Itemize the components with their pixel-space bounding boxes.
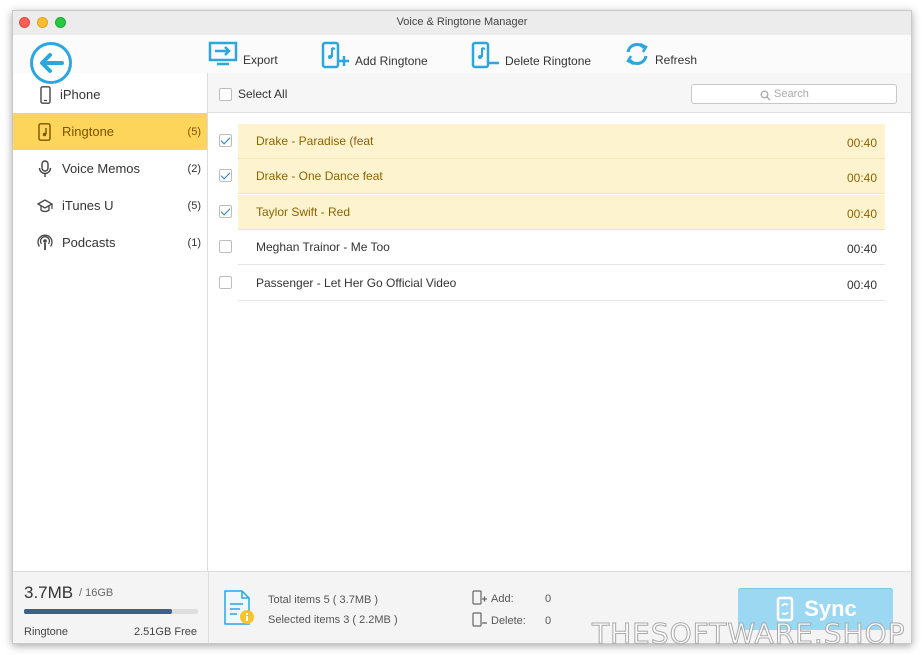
row-checkbox[interactable] xyxy=(219,205,232,218)
microphone-icon xyxy=(38,160,52,177)
export-label: Export xyxy=(243,53,278,67)
storage-progress-bar xyxy=(24,609,198,614)
table-row[interactable]: Drake - Paradise (feat 00:40 xyxy=(238,124,885,159)
back-arrow-icon xyxy=(40,53,64,73)
table-row[interactable]: Passenger - Let Her Go Official Video 00… xyxy=(238,266,885,301)
ringtone-duration: 00:40 xyxy=(846,207,877,221)
search-icon xyxy=(760,90,771,101)
add-count-label: Add: xyxy=(491,593,514,605)
export-icon xyxy=(208,41,238,66)
sidebar-item-count: (5) xyxy=(187,126,201,138)
add-count-icon xyxy=(472,590,487,605)
table-row[interactable]: Meghan Trainor - Me Too 00:40 xyxy=(238,230,885,265)
sidebar-item-label: iTunes U xyxy=(62,198,114,213)
sidebar-item-voice-memos[interactable]: Voice Memos (2) xyxy=(13,150,207,187)
sidebar: iPhone Ringtone (5) Voice Memos (2) iTun… xyxy=(13,73,208,571)
ringtone-duration: 00:40 xyxy=(846,242,877,256)
app-window: Voice & Ringtone Manager Export Add Ring xyxy=(12,10,912,644)
sidebar-item-podcasts[interactable]: Podcasts (1) xyxy=(13,224,207,261)
add-ringtone-button[interactable]: Add Ringtone xyxy=(321,41,428,69)
storage-free: 2.51GB Free xyxy=(134,626,197,638)
add-ringtone-label: Add Ringtone xyxy=(355,54,428,68)
select-all-checkbox[interactable] xyxy=(219,88,232,101)
delete-ringtone-button[interactable]: Delete Ringtone xyxy=(471,41,591,69)
ringtone-duration: 00:40 xyxy=(846,278,877,292)
sidebar-item-label: Podcasts xyxy=(62,235,116,250)
total-items-text: Total items 5 ( 3.7MB ) xyxy=(268,594,379,606)
sidebar-item-label: Voice Memos xyxy=(62,161,141,176)
watermark-text: THESOFTWARE.SHOP xyxy=(592,617,906,651)
iphone-icon xyxy=(40,86,51,104)
ringtone-name: Meghan Trainor - Me Too xyxy=(256,240,390,254)
list-header: Select All Search xyxy=(208,73,911,113)
delete-count-label: Delete: xyxy=(491,615,526,627)
row-checkbox[interactable] xyxy=(219,134,232,147)
delete-ringtone-icon xyxy=(471,41,499,69)
search-placeholder: Search xyxy=(774,88,809,100)
row-checkbox[interactable] xyxy=(219,276,232,289)
sidebar-device-label: iPhone xyxy=(60,87,101,102)
ringtone-name: Drake - Paradise (feat xyxy=(256,134,374,148)
delete-ringtone-label: Delete Ringtone xyxy=(505,54,592,68)
add-count-value: 0 xyxy=(545,593,552,605)
document-info-icon xyxy=(224,590,254,625)
export-button[interactable]: Export xyxy=(207,41,278,67)
select-all-label: Select All xyxy=(238,87,288,101)
sidebar-item-count: (5) xyxy=(187,200,201,212)
storage-used: 3.7MB xyxy=(24,583,74,602)
ringtone-icon xyxy=(38,123,51,141)
storage-progress-fill xyxy=(24,609,172,614)
sidebar-item-ringtone[interactable]: Ringtone (5) xyxy=(13,113,207,150)
back-button[interactable] xyxy=(30,42,72,84)
selected-items-text: Selected items 3 ( 2.2MB ) xyxy=(268,614,398,626)
footer-divider xyxy=(208,572,209,643)
row-checkbox[interactable] xyxy=(219,169,232,182)
ringtone-name: Drake - One Dance feat xyxy=(256,169,383,183)
window-title: Voice & Ringtone Manager xyxy=(396,16,528,28)
delete-count-icon xyxy=(472,612,487,627)
ringtone-list-panel: Select All Search Drake - Paradise (feat… xyxy=(208,73,911,571)
title-bar: Voice & Ringtone Manager xyxy=(13,11,911,35)
delete-count-value: 0 xyxy=(545,615,552,627)
sidebar-item-itunes-u[interactable]: iTunes U (5) xyxy=(13,187,207,224)
graduation-cap-icon xyxy=(37,199,53,213)
refresh-icon xyxy=(626,42,648,66)
search-input[interactable]: Search xyxy=(691,84,897,104)
toolbar: Export Add Ringtone Delete Ringtone Refr… xyxy=(13,35,911,84)
table-row[interactable]: Drake - One Dance feat 00:40 xyxy=(238,159,885,194)
storage-category: Ringtone xyxy=(24,626,69,638)
ringtone-duration: 00:40 xyxy=(846,171,877,185)
storage-total: / 16GB xyxy=(79,587,114,599)
row-checkbox[interactable] xyxy=(219,240,232,253)
ringtone-name: Passenger - Let Her Go Official Video xyxy=(256,276,457,290)
sidebar-item-label: Ringtone xyxy=(62,124,115,139)
ringtone-duration: 00:40 xyxy=(846,136,877,150)
add-ringtone-icon xyxy=(321,41,349,69)
refresh-button[interactable]: Refresh xyxy=(623,41,697,67)
sidebar-item-count: (1) xyxy=(187,237,201,249)
podcast-icon xyxy=(37,234,53,250)
table-row[interactable]: Taylor Swift - Red 00:40 xyxy=(238,195,885,230)
refresh-label: Refresh xyxy=(655,53,698,67)
sidebar-item-count: (2) xyxy=(187,163,201,175)
ringtone-name: Taylor Swift - Red xyxy=(256,205,351,219)
